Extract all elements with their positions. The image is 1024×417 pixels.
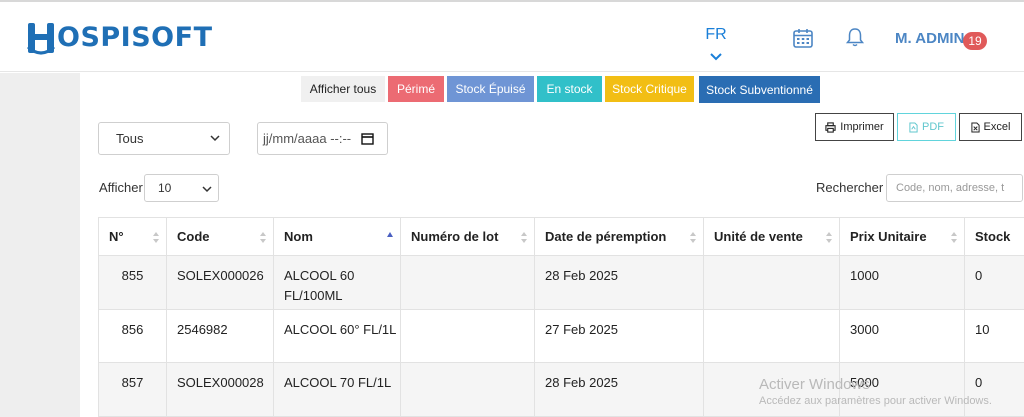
filter-perime-button[interactable]: Périmé [388,76,444,102]
cell-nom: ALCOOL 60° FL/1L [273,309,401,363]
filter-en-stock-button[interactable]: En stock [537,76,602,102]
page-length-select[interactable]: 10 [144,174,219,202]
table-header-row: N° Code Nom Numéro de lot Date de péremp… [98,217,1024,256]
sort-icon [260,232,266,243]
excel-label: Excel [983,121,1011,133]
cell-number: 855 [98,255,167,310]
language-label: FR [705,26,727,43]
header-label: Code [177,229,210,244]
watermark-title: Activer Windows [759,376,870,393]
column-header-number[interactable]: N° [98,217,167,256]
windows-activation-watermark: Activer Windows Accédez aux paramètres p… [759,376,992,407]
cell-lot [400,309,535,363]
column-header-stock[interactable]: Stock [964,217,1024,256]
cell-number: 856 [98,309,167,363]
pdf-label: PDF [922,121,944,133]
column-header-unite[interactable]: Unité de vente [703,217,840,256]
cell-code: SOLEX000026 [166,255,274,310]
chevron-down-icon [210,135,220,142]
search-label: Rechercher [816,180,884,195]
filter-stock-subventionne-button[interactable]: Stock Subventionné [699,76,820,103]
excel-button[interactable]: Excel [959,113,1022,141]
calendar-icon[interactable] [792,27,814,49]
cell-nom: ALCOOL 60 FL/100ML [273,255,401,310]
app-header: OSPISOFT FR M. ADMIN 19 [0,2,1024,72]
user-menu[interactable]: M. ADMIN [895,30,964,47]
bell-icon[interactable] [844,26,866,48]
chevron-down-icon [710,53,722,61]
date-input[interactable]: jj/mm/aaaa --:-- [257,122,388,155]
printer-icon [825,121,836,133]
date-input-placeholder: jj/mm/aaaa --:-- [263,131,352,146]
cell-nom: ALCOOL 70 FL/1L [273,362,401,417]
calendar-picker-icon[interactable] [361,132,374,145]
header-label: Date de péremption [545,229,667,244]
pdf-file-icon [909,122,918,132]
category-select[interactable]: Tous [98,122,230,155]
cell-code: 2546982 [166,309,274,363]
sort-icon [826,232,832,243]
sidebar-panel [0,73,80,417]
column-header-code[interactable]: Code [166,217,274,256]
notification-badge: 19 [963,32,987,50]
search-input[interactable]: Code, nom, adresse, t [886,174,1023,202]
header-label: Prix Unitaire [850,229,927,244]
pdf-button[interactable]: PDF [897,113,956,141]
header-label: Numéro de lot [411,229,499,244]
cell-stock: 0 [964,255,1024,310]
filter-afficher-tous-button[interactable]: Afficher tous [301,76,385,102]
sort-icon [521,232,527,243]
language-selector[interactable]: FR [704,26,728,61]
column-header-date[interactable]: Date de péremption [534,217,704,256]
column-header-nom[interactable]: Nom [273,217,401,256]
print-label: Imprimer [840,121,884,133]
sort-icon [153,232,159,243]
cell-prix: 1000 [839,255,965,310]
cell-lot [400,362,535,417]
sort-icon [690,232,696,243]
column-header-lot[interactable]: Numéro de lot [400,217,535,256]
cell-unite [703,309,840,363]
cell-date: 28 Feb 2025 [534,362,704,417]
column-header-prix[interactable]: Prix Unitaire [839,217,965,256]
cell-prix: 3000 [839,309,965,363]
header-label: Unité de vente [714,229,803,244]
show-entries-label: Afficher [99,180,143,195]
filter-stock-epuise-button[interactable]: Stock Épuisé [447,76,534,102]
filter-stock-critique-button[interactable]: Stock Critique [605,76,694,102]
cell-code: SOLEX000028 [166,362,274,417]
excel-file-icon [970,122,980,132]
page-length-value: 10 [158,181,172,195]
sort-ascending-icon [387,232,393,237]
watermark-subtitle: Accédez aux paramètres pour activer Wind… [759,395,992,407]
cell-number: 857 [98,362,167,417]
cell-stock: 10 [964,309,1024,363]
print-button[interactable]: Imprimer [815,113,894,141]
logo-text: OSPISOFT [57,21,213,53]
logo-h-icon [26,23,56,55]
cell-lot [400,255,535,310]
table-row[interactable]: 855 SOLEX000026 ALCOOL 60 FL/100ML 28 Fe… [98,255,1024,310]
cell-date: 28 Feb 2025 [534,255,704,310]
cell-date: 27 Feb 2025 [534,309,704,363]
chevron-down-icon [202,186,212,193]
sort-icon [951,232,957,243]
hospisoft-logo[interactable]: OSPISOFT [26,19,213,55]
category-select-value: Tous [116,131,144,146]
header-label: Stock [975,229,1011,244]
header-label: N° [109,229,124,244]
table-row[interactable]: 856 2546982 ALCOOL 60° FL/1L 27 Feb 2025… [98,309,1024,363]
header-label: Nom [284,229,313,244]
cell-unite [703,255,840,310]
